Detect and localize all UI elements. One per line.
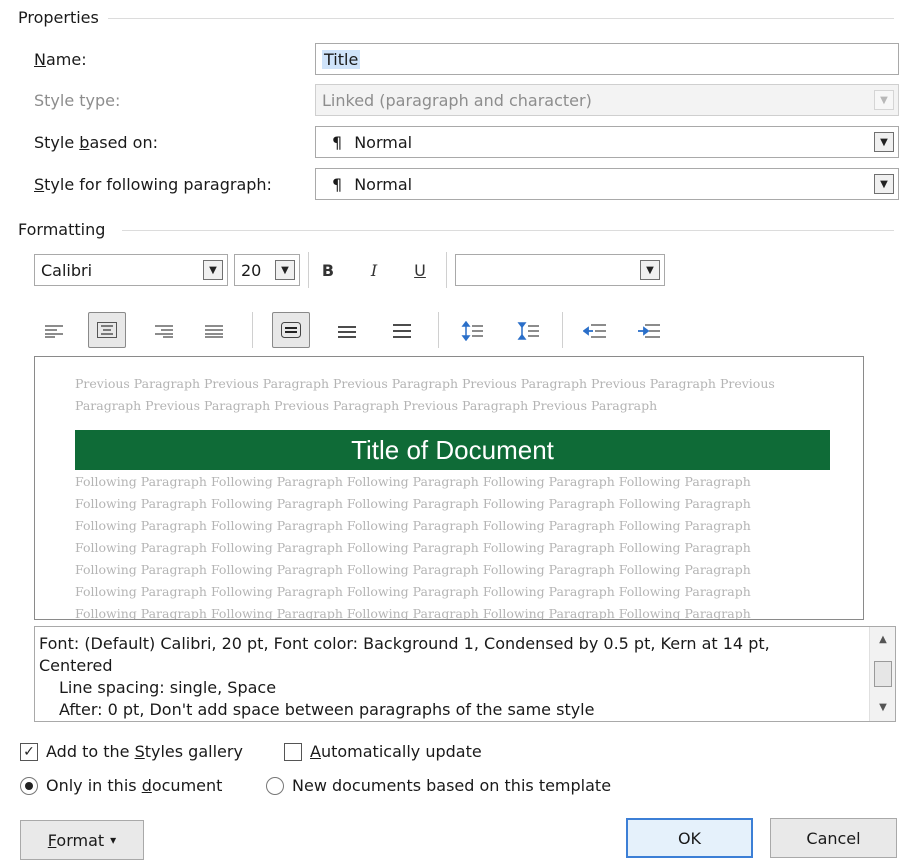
auto-update-checkbox[interactable] xyxy=(284,742,302,761)
font-name-select[interactable]: Calibri ▼ xyxy=(34,254,228,286)
style-description-text: Font: (Default) Calibri, 20 pt, Font col… xyxy=(39,633,865,721)
cancel-button[interactable]: Cancel xyxy=(770,818,897,858)
single-spacing-icon xyxy=(281,322,301,338)
align-left-icon xyxy=(45,325,63,338)
align-right-button[interactable] xyxy=(150,315,178,347)
style-type-dropdown-icon: ▼ xyxy=(874,90,894,110)
decrease-paragraph-spacing-button[interactable] xyxy=(514,315,544,347)
style-following-label: Style for following paragraph: xyxy=(34,175,272,194)
align-center-icon xyxy=(97,322,117,338)
decrease-indent-button[interactable] xyxy=(580,315,610,347)
font-color-dropdown-icon[interactable]: ▼ xyxy=(640,260,660,280)
font-size-select[interactable]: 20 ▼ xyxy=(234,254,300,286)
justify-icon xyxy=(205,325,223,338)
align-left-button[interactable] xyxy=(40,315,68,347)
following-paragraph-text: Following Paragraph Following Paragraph … xyxy=(75,474,751,620)
double-spacing-button[interactable] xyxy=(388,315,416,347)
increase-spacing-icon xyxy=(461,321,483,341)
paragraph-mark-icon: ¶ xyxy=(332,132,343,152)
scroll-thumb[interactable] xyxy=(874,661,892,687)
italic-button[interactable]: I xyxy=(362,254,386,286)
font-color-select[interactable]: ▼ xyxy=(455,254,665,286)
only-this-document-option[interactable]: Only in this document xyxy=(20,776,222,795)
one-half-spacing-button[interactable] xyxy=(333,315,361,347)
only-this-document-label: Only in this document xyxy=(46,776,223,795)
auto-update-label: Automatically update xyxy=(310,742,482,761)
properties-section-title: Properties xyxy=(18,8,99,27)
style-based-on-select[interactable]: ¶ Normal ▼ xyxy=(315,126,899,158)
style-following-value: Normal xyxy=(354,174,413,194)
previous-paragraph-text: Previous Paragraph Previous Paragraph Pr… xyxy=(75,376,775,413)
name-label: Name: xyxy=(34,50,87,69)
add-to-gallery-checkbox[interactable]: ✓ xyxy=(20,742,38,761)
new-documents-label: New documents based on this template xyxy=(292,776,612,795)
description-line: Line spacing: single, Space xyxy=(59,678,277,697)
style-following-dropdown-icon[interactable]: ▼ xyxy=(874,174,894,194)
style-preview: Previous Paragraph Previous Paragraph Pr… xyxy=(34,356,864,620)
style-type-label: Style type: xyxy=(34,91,121,110)
description-scrollbar[interactable]: ▲ ▼ xyxy=(869,627,895,721)
style-based-on-label: Style based on: xyxy=(34,133,158,152)
increase-paragraph-spacing-button[interactable] xyxy=(458,315,488,347)
format-button[interactable]: Format ▾ xyxy=(20,820,144,860)
radio-selected-dot xyxy=(25,781,33,790)
add-to-gallery-label: Add to the Styles gallery xyxy=(46,742,243,761)
add-to-gallery-option[interactable]: ✓ Add to the Styles gallery xyxy=(20,742,243,761)
increase-indent-button[interactable] xyxy=(634,315,664,347)
auto-update-option[interactable]: Automatically update xyxy=(284,742,482,761)
single-spacing-button[interactable] xyxy=(272,312,310,348)
only-this-document-radio[interactable] xyxy=(20,776,38,795)
align-right-icon xyxy=(155,325,173,338)
format-button-label: Format xyxy=(47,830,105,850)
ok-button[interactable]: OK xyxy=(626,818,753,858)
increase-indent-icon xyxy=(638,324,660,338)
new-documents-radio[interactable] xyxy=(266,776,284,795)
double-spacing-icon xyxy=(393,324,411,338)
new-documents-option[interactable]: New documents based on this template xyxy=(266,776,611,795)
font-size-dropdown-icon[interactable]: ▼ xyxy=(275,260,295,280)
formatting-section-title: Formatting xyxy=(18,220,106,239)
style-description: Font: (Default) Calibri, 20 pt, Font col… xyxy=(34,626,896,722)
bold-button[interactable]: B xyxy=(316,254,340,286)
toolbar-separator xyxy=(562,312,563,348)
style-based-on-dropdown-icon[interactable]: ▼ xyxy=(874,132,894,152)
style-based-on-value: Normal xyxy=(354,132,413,152)
description-line: Centered xyxy=(39,656,113,675)
preview-title: Title of Document xyxy=(75,430,830,470)
underline-button[interactable]: U xyxy=(408,254,432,286)
description-line: Font: (Default) Calibri, 20 pt, Font col… xyxy=(39,634,770,653)
align-center-button[interactable] xyxy=(88,312,126,348)
toolbar-separator xyxy=(308,252,309,288)
style-following-select[interactable]: ¶ Normal ▼ xyxy=(315,168,899,200)
one-half-spacing-icon xyxy=(338,326,356,338)
font-name-dropdown-icon[interactable]: ▼ xyxy=(203,260,223,280)
justify-button[interactable] xyxy=(200,315,228,347)
name-input[interactable]: Title xyxy=(315,43,899,75)
formatting-divider xyxy=(122,230,894,231)
toolbar-separator xyxy=(438,312,439,348)
toolbar-separator xyxy=(446,252,447,288)
decrease-indent-icon xyxy=(583,324,606,338)
font-name-value: Calibri xyxy=(41,260,93,280)
scroll-down-icon[interactable]: ▼ xyxy=(870,697,895,717)
style-type-value: Linked (paragraph and character) xyxy=(322,90,592,110)
scroll-up-icon[interactable]: ▲ xyxy=(870,629,895,649)
decrease-spacing-icon xyxy=(517,322,539,340)
paragraph-mark-icon: ¶ xyxy=(332,174,343,194)
toolbar-separator xyxy=(252,312,253,348)
style-type-select: Linked (paragraph and character) ▼ xyxy=(315,84,899,116)
format-dropdown-icon: ▾ xyxy=(110,833,117,847)
font-size-value: 20 xyxy=(241,260,262,280)
properties-divider xyxy=(108,18,894,19)
name-input-value: Title xyxy=(322,49,361,69)
description-line: After: 0 pt, Don't add space between par… xyxy=(59,700,595,719)
